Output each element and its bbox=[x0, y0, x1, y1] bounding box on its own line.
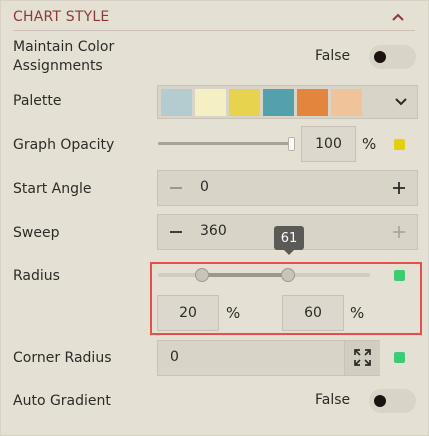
corner-radius-color-swatch[interactable] bbox=[394, 352, 405, 363]
chevron-down-icon[interactable] bbox=[393, 94, 409, 110]
chevron-up-icon[interactable] bbox=[389, 8, 407, 26]
corner-radius-label: Corner Radius bbox=[13, 350, 112, 366]
palette-swatch bbox=[331, 89, 362, 116]
radius-label: Radius bbox=[13, 268, 60, 284]
header-divider bbox=[13, 30, 415, 31]
section-title: CHART STYLE bbox=[13, 9, 110, 25]
maintain-colors-value: False bbox=[315, 48, 351, 64]
radius-max-unit: % bbox=[350, 304, 365, 322]
toggle-knob bbox=[374, 51, 386, 63]
palette-select[interactable] bbox=[157, 85, 418, 119]
start-angle-stepper[interactable]: 0 bbox=[157, 170, 418, 206]
maintain-colors-label: Maintain Color Assignments bbox=[13, 39, 115, 74]
radius-min-unit: % bbox=[226, 304, 241, 322]
auto-gradient-label: Auto Gradient bbox=[13, 393, 111, 409]
sweep-label: Sweep bbox=[13, 225, 60, 241]
opacity-slider-fill bbox=[158, 142, 291, 145]
auto-gradient-toggle[interactable] bbox=[369, 389, 416, 413]
opacity-unit: % bbox=[362, 135, 377, 153]
minus-icon[interactable] bbox=[169, 225, 183, 239]
maintain-colors-toggle[interactable] bbox=[369, 45, 416, 69]
graph-opacity-label: Graph Opacity bbox=[13, 137, 115, 153]
palette-swatch bbox=[195, 89, 226, 116]
radius-min-input[interactable]: 20 bbox=[157, 295, 219, 331]
opacity-slider-handle[interactable] bbox=[288, 137, 295, 151]
radius-color-swatch[interactable] bbox=[394, 270, 405, 281]
expand-icon bbox=[354, 349, 371, 366]
opacity-value-input[interactable]: 100 bbox=[301, 126, 356, 162]
radius-slider-range bbox=[202, 273, 288, 277]
auto-gradient-value: False bbox=[315, 392, 351, 408]
sweep-value[interactable]: 360 bbox=[200, 223, 227, 239]
opacity-color-swatch[interactable] bbox=[394, 139, 405, 150]
palette-swatch bbox=[263, 89, 294, 116]
corner-radius-value[interactable]: 0 bbox=[170, 349, 179, 365]
section-header[interactable]: CHART STYLE bbox=[13, 8, 415, 30]
radius-min-handle[interactable] bbox=[195, 268, 209, 282]
radius-max-input[interactable]: 60 bbox=[282, 295, 344, 331]
palette-swatch bbox=[229, 89, 260, 116]
palette-label: Palette bbox=[13, 93, 62, 109]
toggle-knob bbox=[374, 395, 386, 407]
palette-swatch bbox=[161, 89, 192, 116]
plus-icon[interactable] bbox=[392, 181, 406, 195]
minus-icon[interactable] bbox=[169, 181, 183, 195]
start-angle-value[interactable]: 0 bbox=[200, 179, 209, 195]
start-angle-label: Start Angle bbox=[13, 181, 92, 197]
radius-tooltip: 61 bbox=[274, 226, 304, 255]
expand-button[interactable] bbox=[344, 341, 380, 375]
radius-max-handle[interactable] bbox=[281, 268, 295, 282]
palette-swatch bbox=[297, 89, 328, 116]
plus-icon[interactable] bbox=[392, 225, 406, 239]
